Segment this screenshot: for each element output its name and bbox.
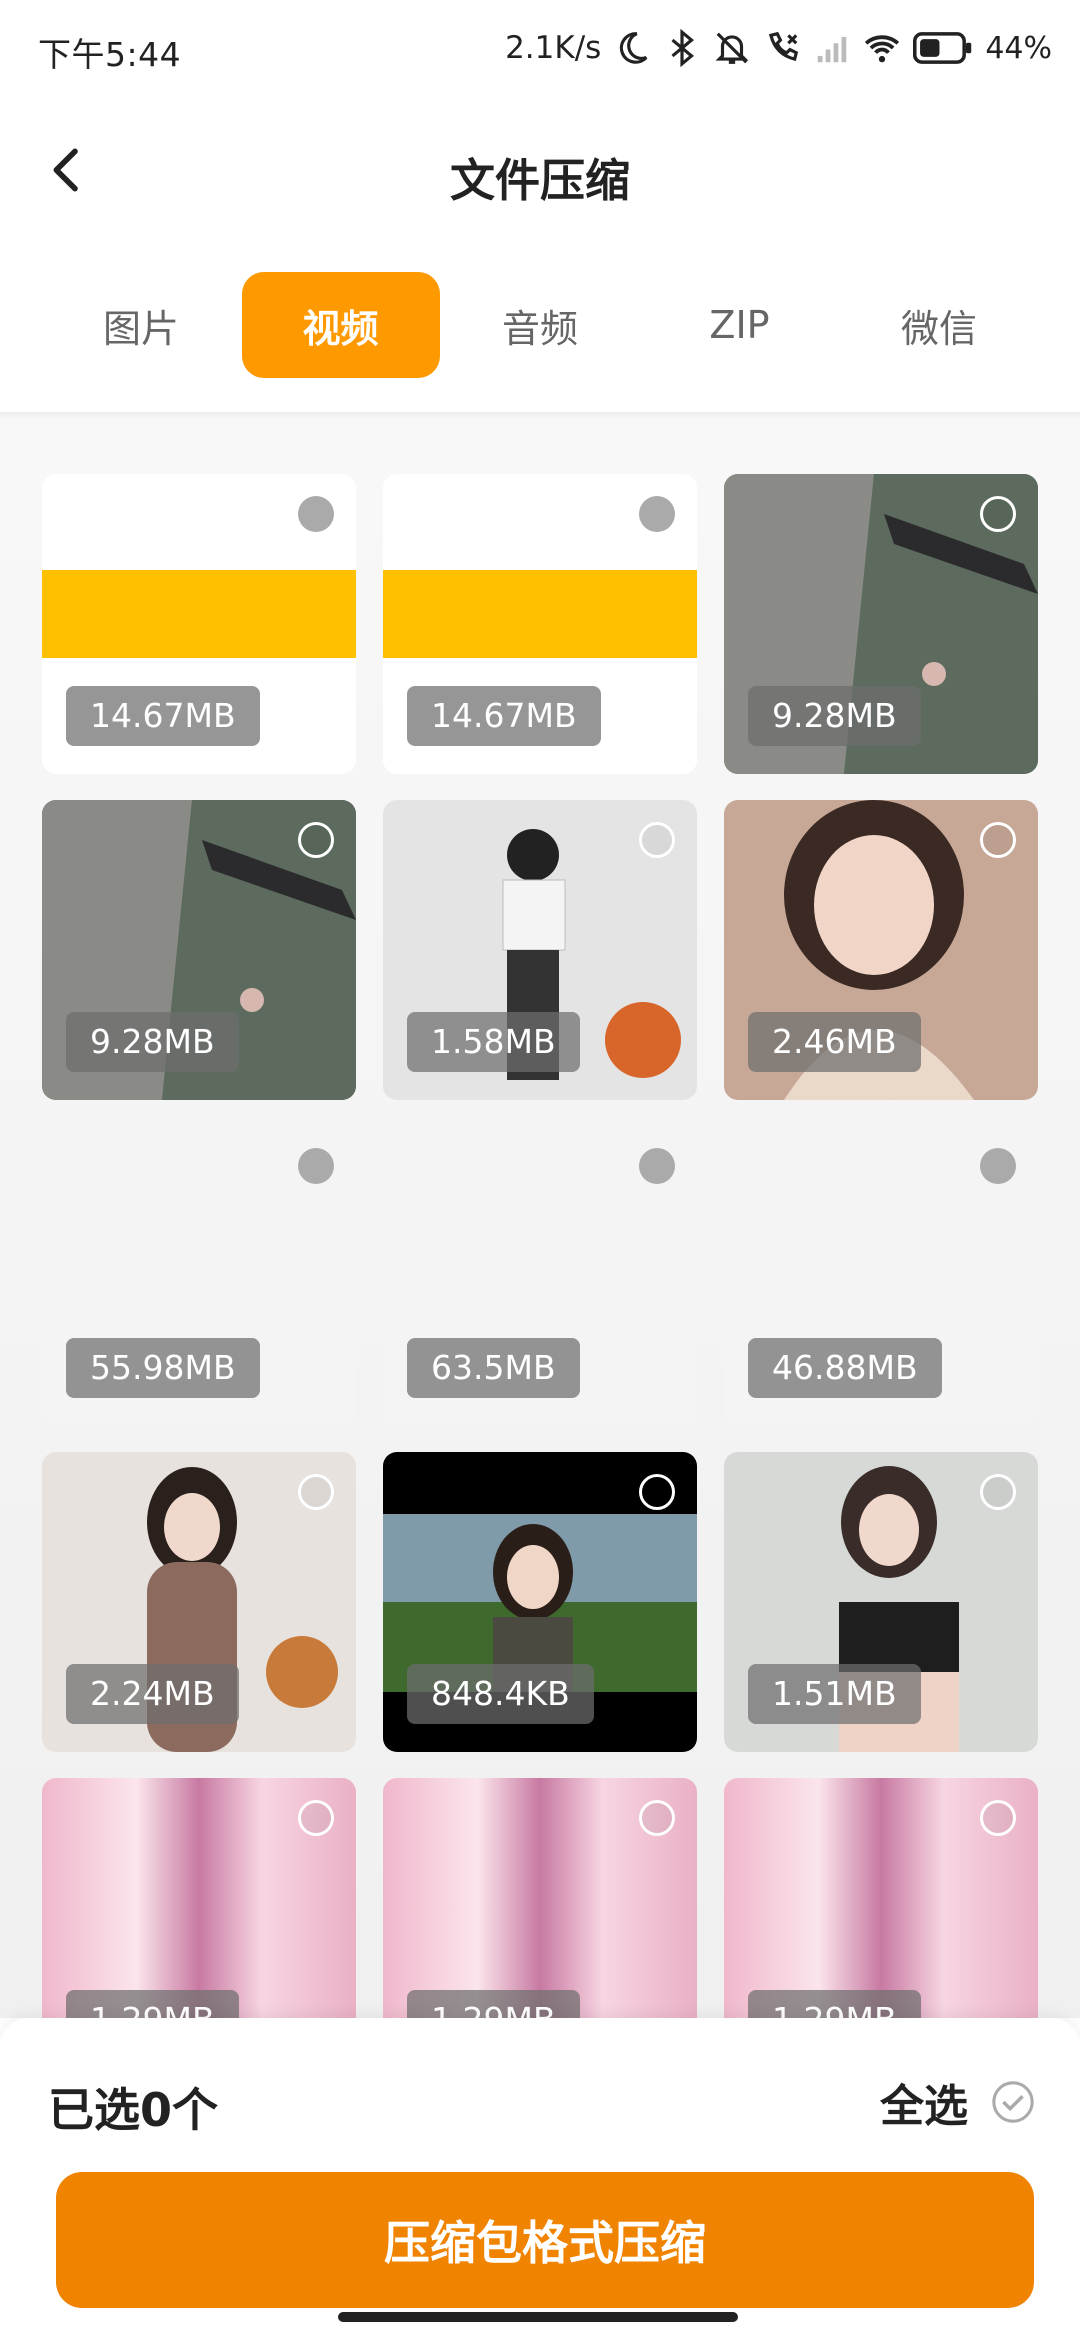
file-size-badge: 2.24MB [66, 1664, 239, 1724]
status-bar: 下午5:44 2.1K/s 44% [0, 0, 1080, 96]
file-size-badge: 1.29MB [407, 1990, 580, 2018]
video-tile[interactable]: 848.4KB [383, 1452, 697, 1752]
file-size-badge: 46.88MB [748, 1338, 942, 1398]
select-checkbox[interactable] [639, 822, 675, 858]
tab-videos[interactable]: 视频 [241, 272, 440, 378]
video-tile[interactable]: 1.29MB [42, 1778, 356, 2018]
tab-label: 图片 [102, 306, 179, 351]
select-checkbox[interactable] [980, 496, 1016, 532]
wifi-icon [865, 35, 900, 63]
selected-count: 已选0个 [48, 2083, 219, 2137]
signal-icon [818, 36, 847, 63]
file-size-badge: 63.5MB [407, 1338, 580, 1398]
select-checkbox[interactable] [980, 1800, 1016, 1836]
file-size-badge: 14.67MB [407, 686, 601, 746]
video-tile[interactable]: 9.28MB [42, 800, 356, 1100]
tab-audio[interactable]: 音频 [441, 272, 639, 378]
select-checkbox[interactable] [980, 1474, 1016, 1510]
tab-label: 视频 [302, 306, 379, 351]
file-size-badge: 9.28MB [66, 1012, 239, 1072]
file-size-badge: 1.51MB [748, 1664, 921, 1724]
bell-off-icon [715, 32, 749, 64]
tab-label: 音频 [501, 306, 578, 351]
select-checkbox[interactable] [639, 1474, 675, 1510]
select-all-label: 全选 [880, 2081, 968, 2132]
bottom-panel: 已选0个 全选 压缩包格式压缩 [0, 2018, 1080, 2340]
video-tile[interactable]: 1.29MB [724, 1778, 1038, 2018]
page-title: 文件压缩 [449, 154, 630, 207]
video-tile[interactable]: 1.29MB [383, 1778, 697, 2018]
select-checkbox[interactable] [980, 822, 1016, 858]
video-tile[interactable]: 9.28MB [724, 474, 1038, 774]
file-size-badge: 1.58MB [407, 1012, 580, 1072]
select-checkbox[interactable] [639, 1148, 675, 1184]
status-icons: 2.1K/s 44% [505, 24, 1052, 72]
file-size-badge: 2.46MB [748, 1012, 921, 1072]
video-tile[interactable]: 46.88MB [724, 1126, 1038, 1426]
file-size-badge: 14.67MB [66, 686, 260, 746]
video-tile[interactable]: 14.67MB [383, 474, 697, 774]
header: 文件压缩 [0, 120, 1080, 220]
video-grid: 14.67MB 14.67MB 9.28MB 9.28MB 1.58MB 2.46MB 55… [0, 418, 1080, 2018]
compress-button[interactable]: 压缩包格式压缩 [56, 2172, 1034, 2308]
moon-icon [620, 32, 648, 64]
select-checkbox[interactable] [298, 1148, 334, 1184]
file-size-badge: 848.4KB [407, 1664, 594, 1724]
video-tile[interactable]: 63.5MB [383, 1126, 697, 1426]
video-tile[interactable]: 2.46MB [724, 800, 1038, 1100]
tab-wechat[interactable]: 微信 [840, 272, 1038, 378]
file-size-badge: 9.28MB [748, 686, 921, 746]
check-circle-icon[interactable] [990, 2079, 1036, 2125]
video-tile[interactable]: 1.58MB [383, 800, 697, 1100]
video-tile[interactable]: 2.24MB [42, 1452, 356, 1752]
video-tile[interactable]: 55.98MB [42, 1126, 356, 1426]
select-checkbox[interactable] [980, 1148, 1016, 1184]
network-speed: 2.1K/s [505, 30, 602, 66]
video-tile[interactable]: 1.51MB [724, 1452, 1038, 1752]
status-time: 下午5:44 [38, 35, 182, 74]
video-tile[interactable]: 14.67MB [42, 474, 356, 774]
file-size-badge: 1.29MB [66, 1990, 239, 2018]
call-icon [769, 31, 799, 62]
tab-images[interactable]: 图片 [42, 272, 240, 378]
select-all-toggle[interactable]: 全选 [880, 2070, 1036, 2134]
select-checkbox[interactable] [298, 1474, 334, 1510]
tab-label: ZIP [709, 303, 770, 347]
tab-zip[interactable]: ZIP [641, 272, 839, 378]
select-checkbox[interactable] [298, 496, 334, 532]
bluetooth-icon [671, 29, 695, 67]
battery-icon [913, 32, 972, 64]
battery-percent: 44% [985, 30, 1052, 66]
file-size-badge: 55.98MB [66, 1338, 260, 1398]
select-checkbox[interactable] [298, 822, 334, 858]
home-indicator [338, 2312, 738, 2322]
category-tabs: 图片 视频 音频 ZIP 微信 [42, 272, 1038, 378]
select-checkbox[interactable] [639, 1800, 675, 1836]
select-checkbox[interactable] [298, 1800, 334, 1836]
file-size-badge: 1.29MB [748, 1990, 921, 2018]
tab-label: 微信 [900, 306, 977, 351]
select-checkbox[interactable] [639, 496, 675, 532]
